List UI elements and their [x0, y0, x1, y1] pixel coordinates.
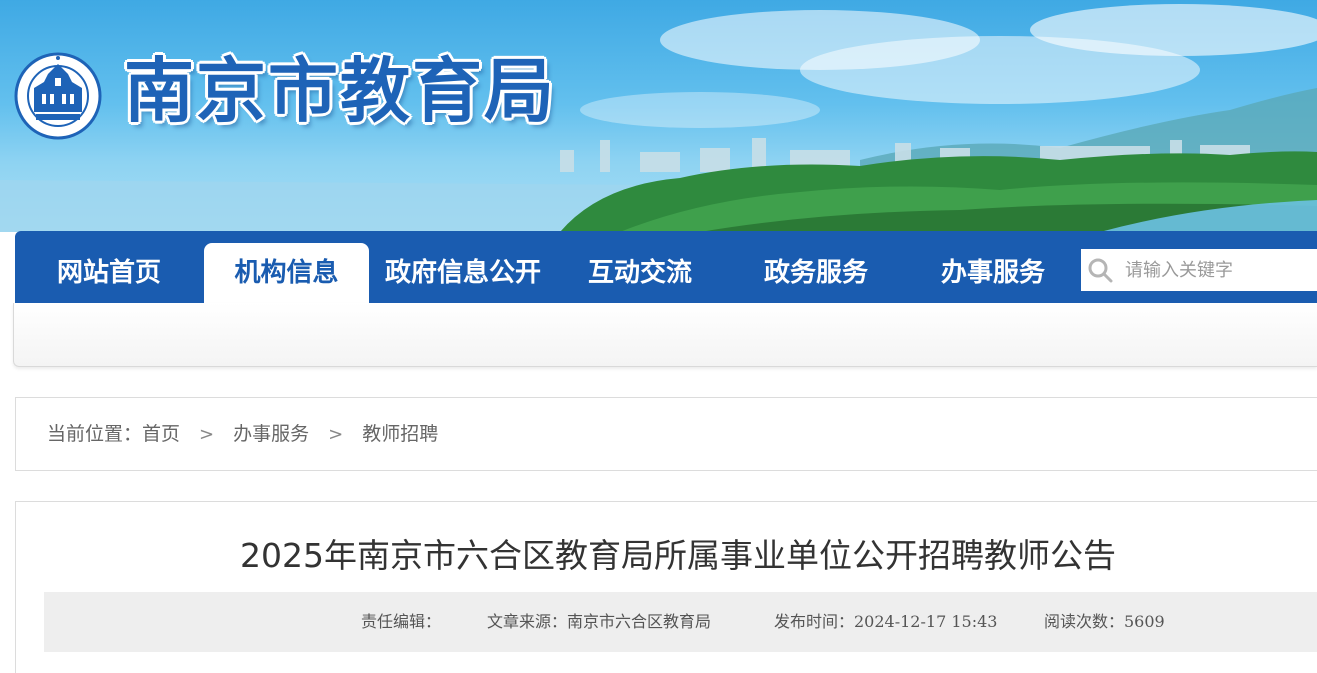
- search-box: [1081, 249, 1317, 291]
- search-icon[interactable]: [1087, 257, 1113, 283]
- meta-views: 阅读次数：5609: [1044, 612, 1165, 631]
- sub-nav-panel: [13, 303, 1317, 367]
- breadcrumb-office-service[interactable]: 办事服务: [233, 398, 309, 470]
- breadcrumb-separator: >: [328, 424, 344, 445]
- breadcrumb-prefix: 当前位置：: [47, 423, 143, 445]
- breadcrumb-teacher-recruit[interactable]: 教师招聘: [362, 398, 438, 470]
- nanjing-education-emblem-icon: [14, 52, 102, 140]
- meta-editor: 责任编辑：: [361, 612, 442, 631]
- nav-item-office-service[interactable]: 办事服务: [908, 243, 1078, 303]
- search-input[interactable]: [1125, 249, 1315, 291]
- header-banner: 南京市教育局: [0, 0, 1317, 232]
- breadcrumb: 当前位置：首页 > 办事服务 > 教师招聘: [15, 397, 1317, 471]
- nav-item-organization[interactable]: 机构信息: [204, 243, 369, 303]
- nav-item-home[interactable]: 网站首页: [15, 243, 203, 303]
- site-title[interactable]: 南京市教育局: [124, 46, 556, 136]
- breadcrumb-home[interactable]: 首页: [142, 398, 180, 470]
- nav-item-gov-service[interactable]: 政务服务: [731, 243, 901, 303]
- meta-source: 文章来源：南京市六合区教育局: [487, 612, 712, 631]
- article-title: 2025年南京市六合区教育局所属事业单位公开招聘教师公告: [240, 536, 1116, 575]
- article-meta-bar: 责任编辑： 文章来源：南京市六合区教育局 发布时间：2024-12-17 15:…: [44, 592, 1317, 652]
- meta-published: 发布时间：2024-12-17 15:43: [774, 612, 998, 631]
- article-panel: 2025年南京市六合区教育局所属事业单位公开招聘教师公告 责任编辑： 文章来源：…: [15, 501, 1317, 673]
- main-nav: 网站首页 机构信息 政府信息公开 互动交流 政务服务 办事服务: [15, 231, 1317, 303]
- nav-item-gov-info[interactable]: 政府信息公开: [373, 243, 553, 303]
- nav-item-interaction[interactable]: 互动交流: [555, 243, 725, 303]
- breadcrumb-separator: >: [199, 424, 215, 445]
